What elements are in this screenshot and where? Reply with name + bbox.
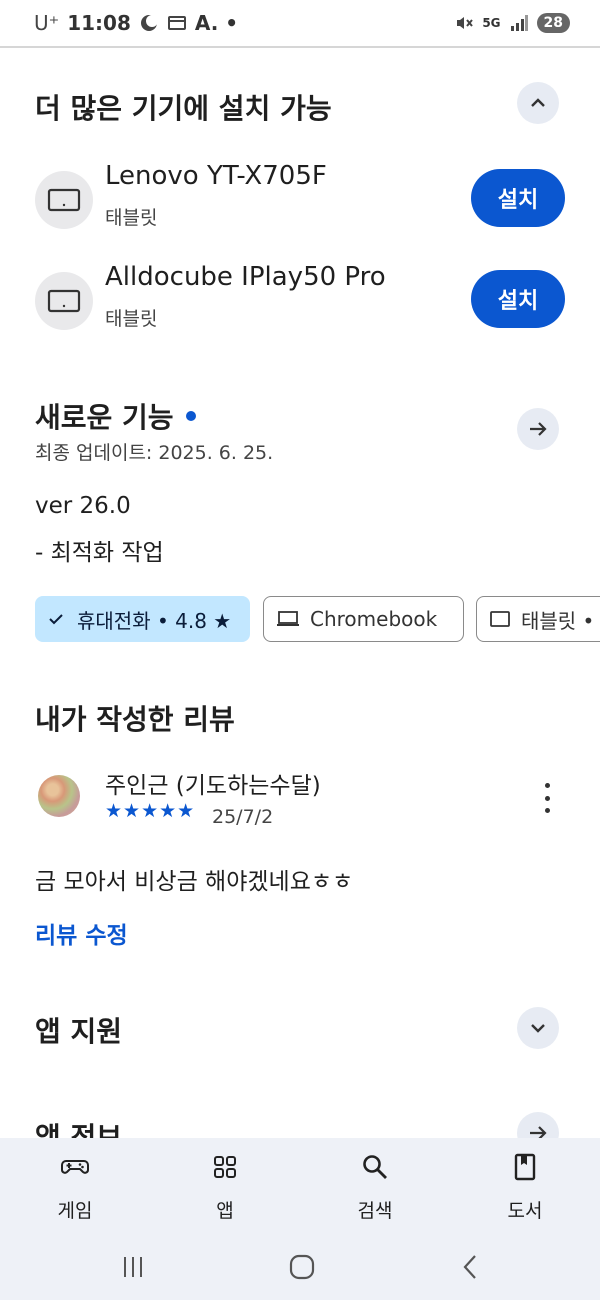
expand-button[interactable]	[517, 1007, 559, 1049]
app-support-header[interactable]: 앱 지원	[35, 1010, 122, 1050]
tablet-icon	[47, 289, 81, 313]
tablet-icon	[47, 188, 81, 212]
nav-books[interactable]: 도서	[450, 1138, 600, 1238]
nav-apps[interactable]: 앱	[150, 1138, 300, 1238]
install-section-header: 더 많은 기기에 설치 가능	[35, 87, 332, 127]
wallet-icon	[167, 16, 186, 30]
whats-new-header[interactable]: 새로운 기능	[35, 396, 196, 436]
search-icon	[363, 1155, 387, 1179]
review-date: 25/7/2	[212, 806, 274, 828]
tablet-icon	[490, 611, 510, 627]
app-support-title: 앱 지원	[35, 1015, 123, 1048]
nav-search[interactable]: 검색	[300, 1138, 450, 1238]
device-name: Lenovo YT-X705F	[105, 161, 327, 191]
battery-badge: 28	[536, 13, 570, 33]
nav-games-label: 게임	[57, 1200, 93, 1222]
version-text: ver 26.0	[35, 493, 131, 519]
avatar	[38, 775, 80, 817]
chip-tablet[interactable]: 태블릿 •	[476, 596, 600, 642]
check-icon	[49, 614, 63, 625]
review-text: 금 모아서 비상금 해야겠네요ㅎㅎ	[35, 869, 354, 895]
recent-apps-icon[interactable]	[118, 1252, 148, 1282]
bottom-navigation: 게임 앱 검색 도서	[0, 1138, 600, 1238]
install-section-title: 더 많은 기기에 설치 가능	[35, 92, 332, 125]
my-review-header: 내가 작성한 리뷰	[35, 698, 235, 738]
last-updated: 최종 업데이트: 2025. 6. 25.	[35, 442, 274, 464]
apps-grid-icon	[214, 1156, 236, 1178]
my-review-title: 내가 작성한 리뷰	[35, 703, 235, 736]
whats-new-title: 새로운 기능	[35, 401, 174, 434]
review-author: 주인근 (기도하는수달)	[105, 773, 321, 799]
signal-icon	[510, 15, 528, 31]
back-icon[interactable]	[456, 1252, 486, 1282]
nav-apps-label: 앱	[216, 1200, 234, 1222]
gamepad-icon	[61, 1160, 89, 1174]
chip-phone-label: 휴대전화 • 4.8 ★	[77, 608, 232, 633]
device-row: Lenovo YT-X705F 태블릿 설치	[35, 161, 565, 231]
more-options-icon[interactable]	[535, 783, 559, 813]
book-icon	[514, 1153, 536, 1181]
device-type: 태블릿	[105, 207, 158, 229]
release-note: - 최적화 작업	[35, 540, 164, 566]
nav-games[interactable]: 게임	[0, 1138, 150, 1238]
dnd-moon-icon	[140, 15, 158, 31]
install-button[interactable]: 설치	[471, 169, 565, 227]
tablet-icon-circle	[35, 272, 93, 330]
app-details-content: 더 많은 기기에 설치 가능 Lenovo YT-X705F 태블릿 설치 Al…	[0, 50, 600, 1138]
collapse-button[interactable]	[517, 82, 559, 124]
status-extra: A. •	[194, 11, 239, 35]
whats-new-arrow-button[interactable]	[517, 408, 559, 450]
chevron-down-icon	[531, 1024, 545, 1033]
status-bar: U⁺ 11:08 A. • 5G 28	[0, 0, 600, 48]
app-info-title: 앱 정보	[35, 1121, 123, 1138]
home-icon[interactable]	[287, 1252, 317, 1282]
chip-tablet-label: 태블릿 •	[521, 608, 595, 633]
app-info-header[interactable]: 앱 정보	[35, 1116, 122, 1138]
edit-review-link[interactable]: 리뷰 수정	[35, 916, 128, 950]
network-label: 5G	[482, 16, 501, 30]
nav-books-label: 도서	[507, 1200, 543, 1222]
chevron-up-icon	[531, 98, 545, 107]
laptop-icon	[277, 611, 299, 626]
tablet-icon-circle	[35, 171, 93, 229]
device-name: Alldocube IPlay50 Pro	[105, 262, 386, 292]
chip-phone[interactable]: 휴대전화 • 4.8 ★	[35, 596, 250, 642]
arrow-right-icon	[530, 1126, 547, 1138]
chip-chromebook[interactable]: Chromebook	[263, 596, 464, 642]
new-indicator-dot	[185, 411, 196, 421]
chip-chromebook-label: Chromebook	[310, 607, 438, 631]
arrow-right-icon	[530, 422, 547, 436]
rating-stars: ★★★★★	[105, 800, 196, 822]
mute-icon	[457, 17, 474, 29]
device-row: Alldocube IPlay50 Pro 태블릿 설치	[35, 262, 565, 332]
status-time: 11:08	[67, 11, 131, 35]
app-info-arrow-button[interactable]	[517, 1112, 559, 1138]
system-navigation-bar	[0, 1238, 600, 1300]
carrier-label: U⁺	[34, 11, 60, 35]
device-type: 태블릿	[105, 308, 158, 330]
install-button[interactable]: 설치	[471, 270, 565, 328]
nav-search-label: 검색	[357, 1200, 393, 1222]
